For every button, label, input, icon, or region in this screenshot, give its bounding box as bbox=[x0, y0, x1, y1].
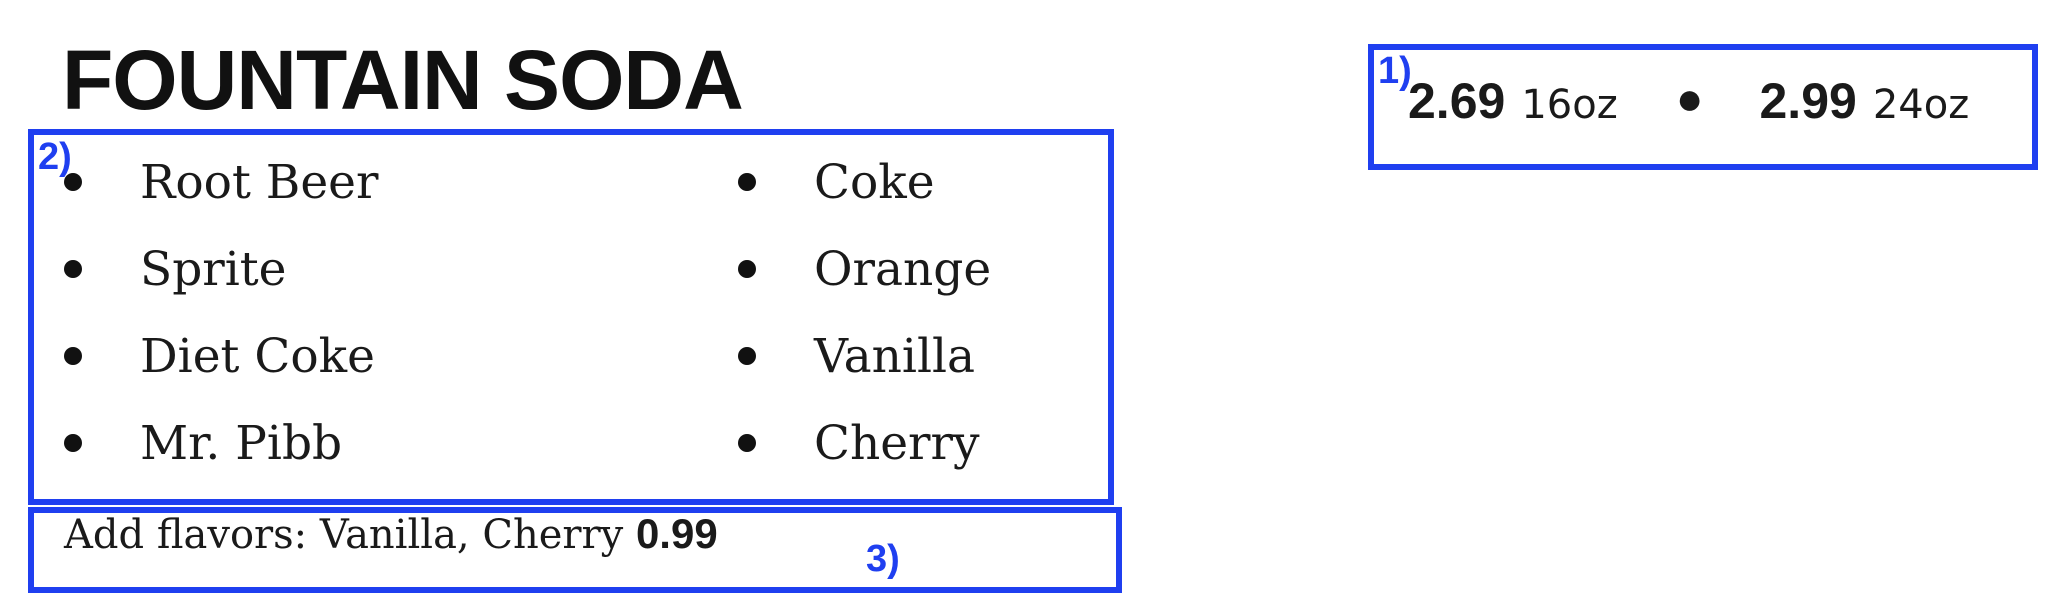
list-item: Coke bbox=[738, 152, 935, 212]
list-item: Orange bbox=[738, 239, 991, 299]
menu-title: FOUNTAIN SODA bbox=[62, 33, 744, 127]
price-options: 2.69 16oz ● 2.99 24oz bbox=[1408, 72, 1969, 130]
flavor-name: Vanilla bbox=[814, 328, 976, 384]
annotation-label-1: 1) bbox=[1378, 50, 1412, 92]
flavor-name: Mr. Pibb bbox=[140, 415, 343, 471]
add-flavors-price: 0.99 bbox=[635, 510, 718, 557]
bullet-icon bbox=[738, 347, 756, 365]
bullet-separator-icon: ● bbox=[1675, 72, 1704, 124]
add-flavors-line: Add flavors: Vanilla, Cherry 0.99 bbox=[64, 510, 718, 558]
price-large-size: 24oz bbox=[1872, 82, 1970, 128]
list-item: Cherry bbox=[738, 413, 980, 473]
bullet-icon bbox=[738, 260, 756, 278]
flavor-name: Root Beer bbox=[140, 154, 379, 210]
flavor-name: Sprite bbox=[140, 241, 287, 297]
price-small-size: 16oz bbox=[1521, 82, 1618, 128]
bullet-icon bbox=[64, 173, 82, 191]
flavor-name: Orange bbox=[814, 241, 992, 297]
list-item: Diet Coke bbox=[64, 326, 375, 386]
price-large-value: 2.99 bbox=[1759, 73, 1857, 129]
list-item: Mr. Pibb bbox=[64, 413, 342, 473]
annotation-label-3: 3) bbox=[866, 538, 900, 580]
bullet-icon bbox=[738, 434, 756, 452]
bullet-icon bbox=[64, 260, 82, 278]
flavor-name: Diet Coke bbox=[140, 328, 375, 384]
list-item: Vanilla bbox=[738, 326, 975, 386]
price-small-value: 2.69 bbox=[1408, 73, 1506, 129]
flavor-name: Cherry bbox=[814, 415, 980, 471]
bullet-icon bbox=[64, 434, 82, 452]
bullet-icon bbox=[64, 347, 82, 365]
list-item: Sprite bbox=[64, 239, 287, 299]
bullet-icon bbox=[738, 173, 756, 191]
add-flavors-text: Add flavors: Vanilla, Cherry bbox=[64, 512, 624, 558]
list-item: Root Beer bbox=[64, 152, 378, 212]
flavor-name: Coke bbox=[814, 154, 935, 210]
